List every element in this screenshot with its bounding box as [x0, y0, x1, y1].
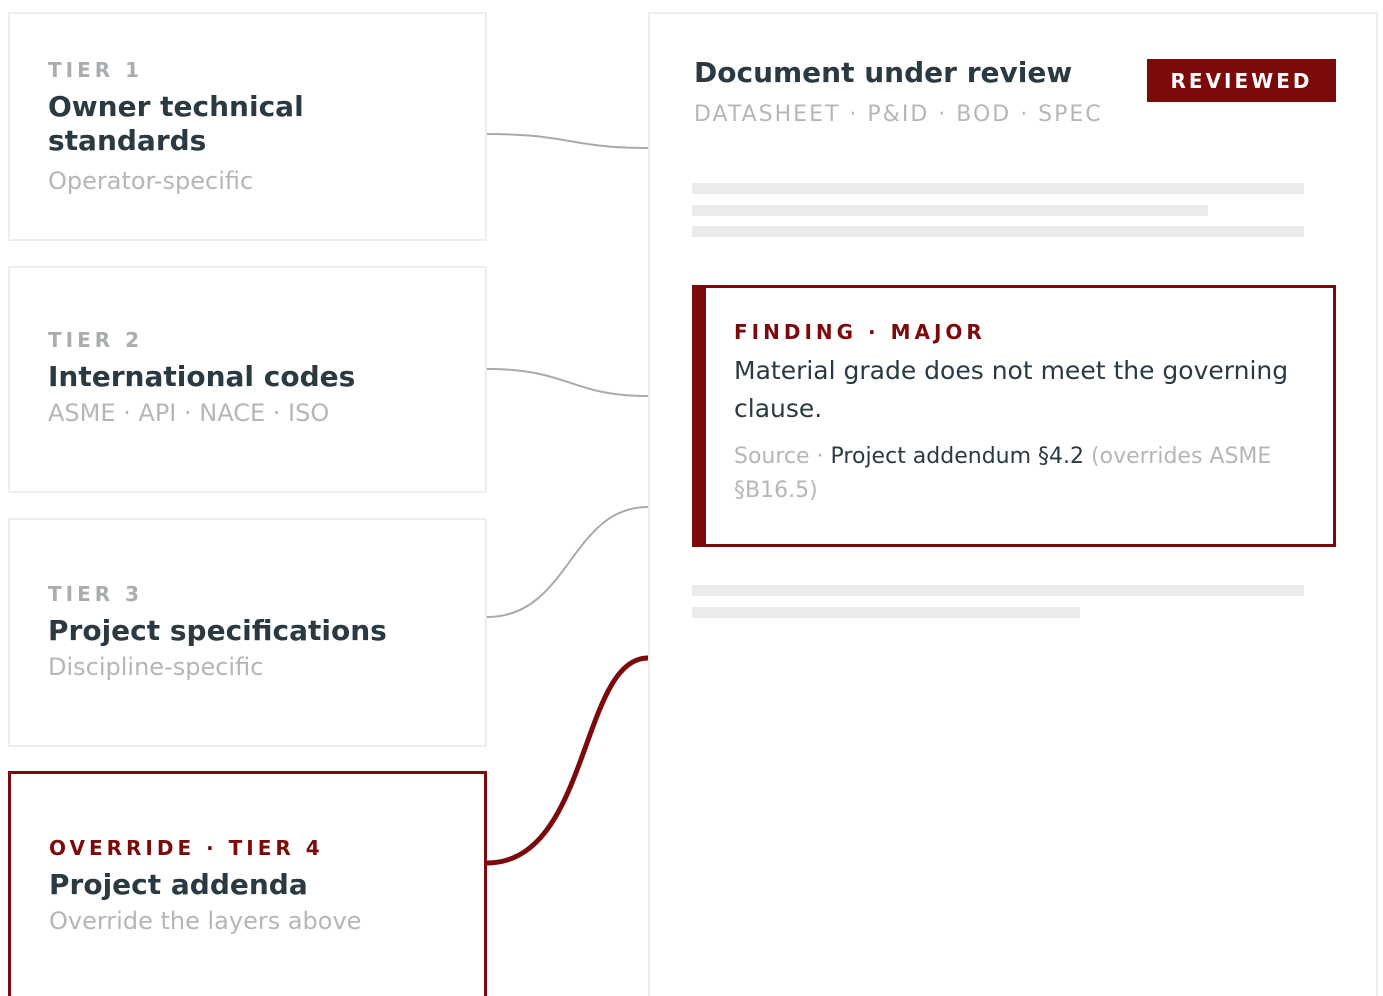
tier-card-1: TIER 1 Owner technical standards Operato…	[8, 12, 487, 241]
placeholder-line	[692, 607, 1080, 618]
placeholder-line	[692, 183, 1304, 194]
tier-title: Project addenda	[49, 868, 308, 901]
tier-label: OVERRIDE · TIER 4	[49, 836, 324, 860]
diagram-stage: TIER 1 Owner technical standards Operato…	[0, 0, 1383, 996]
tier-subtitle: Discipline-specific	[48, 653, 264, 681]
tier-label: TIER 1	[48, 58, 144, 82]
document-title: Document under review	[694, 56, 1073, 89]
tier-subtitle: ASME · API · NACE · ISO	[48, 399, 330, 427]
connector-tier-2	[486, 368, 649, 397]
connector-tier-3	[486, 506, 649, 618]
finding-card: FINDING · MAJOR Material grade does not …	[692, 285, 1336, 547]
connector-tier-1	[486, 133, 649, 149]
document-panel: Document under review DATASHEET · P&ID ·…	[648, 12, 1378, 996]
tier-title: International codes	[48, 360, 356, 393]
source-reference: Project addendum §4.2	[830, 444, 1085, 469]
tier-title: Project specifications	[48, 614, 387, 647]
tier-title: Owner technical standards	[48, 90, 304, 157]
document-types: DATASHEET · P&ID · BOD · SPEC	[694, 102, 1103, 127]
placeholder-line	[692, 585, 1304, 596]
tier-card-2: TIER 2 International codes ASME · API · …	[8, 266, 487, 493]
tier-label: TIER 2	[48, 328, 144, 352]
finding-text: Material grade does not meet the governi…	[734, 356, 1289, 423]
source-prefix: Source ·	[734, 444, 831, 469]
tier-card-override: OVERRIDE · TIER 4 Project addenda Overri…	[8, 771, 487, 996]
placeholder-line	[692, 205, 1208, 216]
tier-label: TIER 3	[48, 582, 144, 606]
finding-source: Source · Project addendum §4.2 (override…	[734, 440, 1313, 508]
connector-override	[486, 655, 649, 866]
tier-card-3: TIER 3 Project specifications Discipline…	[8, 518, 487, 747]
placeholder-line	[692, 226, 1304, 237]
tier-subtitle: Override the layers above	[49, 907, 362, 935]
finding-label: FINDING · MAJOR	[734, 320, 986, 344]
tier-subtitle: Operator-specific	[48, 167, 254, 195]
reviewed-badge: REVIEWED	[1147, 59, 1336, 102]
